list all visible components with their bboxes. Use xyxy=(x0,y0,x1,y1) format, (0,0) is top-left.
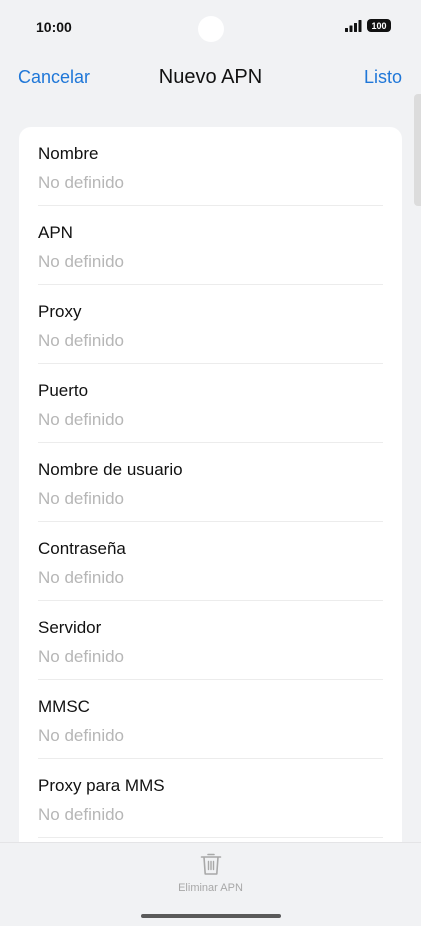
field-label: Proxy para MMS xyxy=(38,776,165,795)
field-label: Servidor xyxy=(38,618,102,637)
field-value: No definido xyxy=(38,489,125,508)
field-proxy[interactable]: Proxy No definido xyxy=(38,285,383,364)
field-apn[interactable]: APN No definido xyxy=(38,206,383,285)
header: Cancelar Nuevo APN Listo xyxy=(0,60,421,96)
field-nombre-de-usuario[interactable]: Nombre de usuario No definido xyxy=(38,443,383,522)
apn-settings-list: Nombre No definido APN No definido Proxy… xyxy=(19,127,402,867)
trash-icon xyxy=(200,853,221,875)
field-value: No definido xyxy=(38,805,125,824)
field-label: Puerto xyxy=(38,381,89,400)
field-value: No definido xyxy=(38,252,125,271)
status-bar: 10:00 100 xyxy=(0,0,421,56)
bottom-bar: Eliminar APN xyxy=(0,842,421,926)
field-label: Proxy xyxy=(38,302,82,321)
status-icons: 100 xyxy=(345,19,391,32)
field-mmsc[interactable]: MMSC No definido xyxy=(38,680,383,759)
field-value: No definido xyxy=(38,726,125,745)
field-value: No definido xyxy=(38,568,125,587)
field-label: Nombre de usuario xyxy=(38,460,183,479)
status-time: 10:00 xyxy=(36,19,72,35)
field-servidor[interactable]: Servidor No definido xyxy=(38,601,383,680)
field-puerto[interactable]: Puerto No definido xyxy=(38,364,383,443)
front-camera xyxy=(198,16,224,42)
home-indicator[interactable] xyxy=(141,914,281,918)
field-label: Contraseña xyxy=(38,539,126,558)
field-proxy-para-mms[interactable]: Proxy para MMS No definido xyxy=(38,759,383,838)
done-button[interactable]: Listo xyxy=(364,67,402,88)
delete-apn-button[interactable]: Eliminar APN xyxy=(0,852,421,894)
field-nombre[interactable]: Nombre No definido xyxy=(38,127,383,206)
phone-screen: 10:00 100 Cancelar Nuevo APN Listo Nombr… xyxy=(0,0,421,926)
page-title: Nuevo APN xyxy=(158,66,263,88)
delete-apn-label: Eliminar APN xyxy=(178,882,243,894)
field-label: APN xyxy=(38,223,73,242)
field-value: No definido xyxy=(38,410,125,429)
field-value: No definido xyxy=(38,331,125,350)
battery-icon: 100 xyxy=(367,19,391,32)
field-value: No definido xyxy=(38,173,125,192)
field-label: Nombre xyxy=(38,144,99,163)
signal-icon xyxy=(345,19,362,32)
scrollbar[interactable] xyxy=(414,94,421,206)
field-label: MMSC xyxy=(38,697,90,716)
field-value: No definido xyxy=(38,647,125,666)
field-contrasena[interactable]: Contraseña No definido xyxy=(38,522,383,601)
